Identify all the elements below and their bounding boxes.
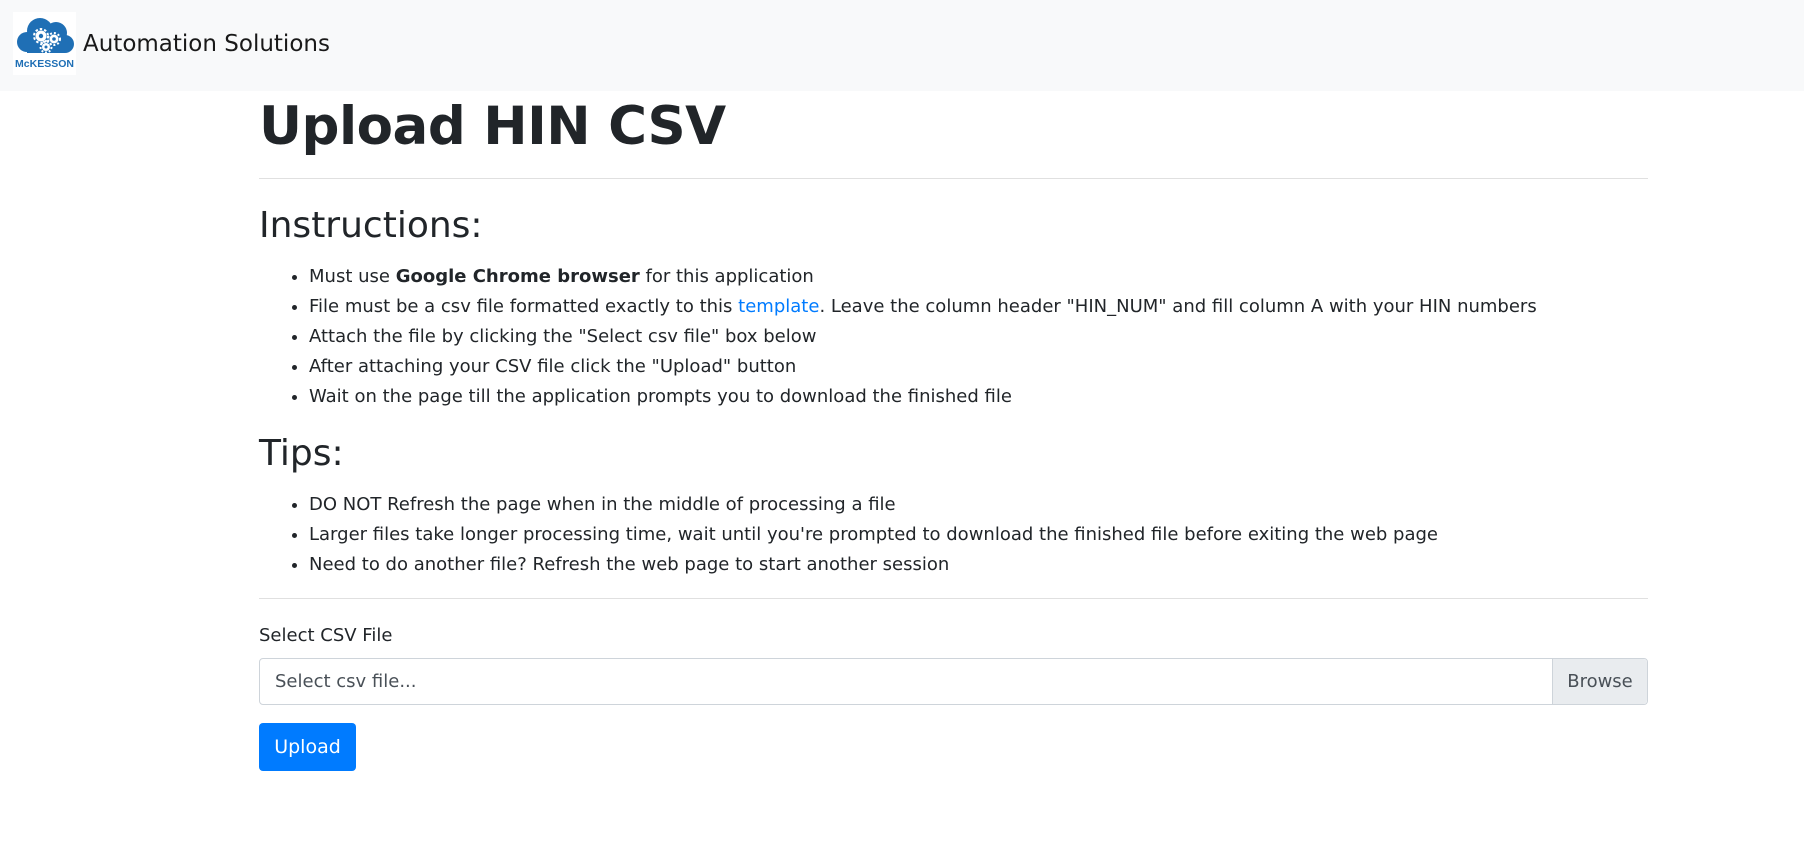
instruction-text: Wait on the page till the application pr… bbox=[309, 386, 1012, 407]
instruction-text: Must use bbox=[309, 266, 396, 287]
instruction-text: . Leave the column header "HIN_NUM" and … bbox=[819, 296, 1537, 317]
instruction-item: Must use Google Chrome browser for this … bbox=[309, 262, 1648, 292]
instruction-text: for this application bbox=[639, 266, 814, 287]
instruction-item: Wait on the page till the application pr… bbox=[309, 382, 1648, 412]
tip-item: DO NOT Refresh the page when in the midd… bbox=[309, 490, 1648, 520]
instruction-text: File must be a csv file formatted exactl… bbox=[309, 296, 739, 317]
instruction-text: Attach the file by clicking the "Select … bbox=[309, 326, 817, 347]
title-divider bbox=[259, 178, 1648, 179]
browse-button[interactable]: Browse bbox=[1552, 659, 1647, 704]
instruction-item: File must be a csv file formatted exactl… bbox=[309, 292, 1648, 322]
main-container: Upload HIN CSV Instructions: Must use Go… bbox=[259, 91, 1648, 771]
instruction-item: Attach the file by clicking the "Select … bbox=[309, 322, 1648, 352]
company-logo: McKESSON bbox=[13, 12, 76, 75]
navbar-brand[interactable]: McKESSON Automation Solutions bbox=[13, 12, 330, 75]
tips-heading: Tips: bbox=[259, 433, 344, 474]
instruction-item: After attaching your CSV file click the … bbox=[309, 352, 1648, 382]
navbar: McKESSON Automation Solutions bbox=[0, 0, 1804, 91]
upload-button[interactable]: Upload bbox=[259, 723, 356, 771]
brand-name: Automation Solutions bbox=[83, 30, 330, 57]
tip-item: Larger files take longer processing time… bbox=[309, 520, 1648, 550]
logo-text: McKESSON bbox=[15, 58, 74, 70]
tips-list: DO NOT Refresh the page when in the midd… bbox=[259, 490, 1648, 580]
page-title: Upload HIN CSV bbox=[259, 96, 726, 157]
csv-file-input[interactable]: Select csv file... Browse bbox=[259, 658, 1648, 705]
instruction-text: After attaching your CSV file click the … bbox=[309, 356, 797, 377]
template-link[interactable]: template bbox=[738, 296, 819, 317]
instructions-list: Must use Google Chrome browser for this … bbox=[259, 262, 1648, 412]
instructions-heading: Instructions: bbox=[259, 205, 483, 246]
instruction-emphasis: Google Chrome browser bbox=[395, 266, 640, 287]
tip-item: Need to do another file? Refresh the web… bbox=[309, 550, 1648, 580]
file-field-label: Select CSV File bbox=[259, 625, 393, 646]
form-divider bbox=[259, 598, 1648, 599]
file-input-placeholder: Select csv file... bbox=[275, 671, 417, 692]
